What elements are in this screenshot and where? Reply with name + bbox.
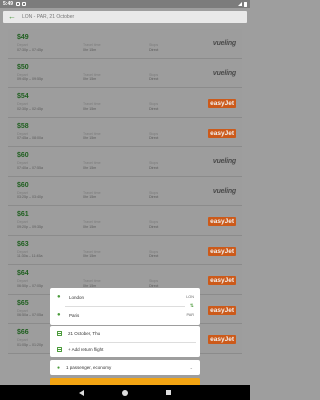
arrow-left-icon[interactable]: ←	[8, 13, 16, 21]
flight-result-card[interactable]: $49 Depart 07:30p – 07:45p Travel time 0hr 1…	[8, 29, 242, 59]
depart-date: 21 October, Thu	[68, 331, 101, 337]
flight-meta: Depart 03:25p – 03:40p Travel time 0hr 15m S…	[17, 191, 236, 200]
flight-result-card[interactable]: $54 Depart 02:30p – 02:45p Travel time 0hr 1…	[8, 88, 242, 118]
location-pin-icon: ●	[57, 294, 61, 300]
chevron-down-icon: ⌄	[189, 365, 193, 370]
travel-time: 0hr 15m	[83, 165, 97, 170]
airline-logo: easyJet	[208, 305, 236, 315]
airline-logo: easyJet	[208, 217, 236, 226]
depart-time: 07:45a – 08:00a	[17, 136, 43, 140]
flight-meta: Depart 06:50p – 07:05p Travel time 0hr 15m S…	[17, 279, 236, 288]
location-pin-icon: ●	[57, 312, 61, 318]
stops-value: Direct	[149, 195, 159, 199]
person-icon: ●	[57, 364, 61, 371]
flight-price: $64	[17, 270, 29, 277]
locations-box: ● London LON ⇅ ● Paris PAR	[50, 288, 200, 325]
depart-time: 09:40p – 09:55p	[17, 77, 43, 81]
calendar-icon	[57, 347, 62, 353]
airline-logo: easyJet	[208, 335, 236, 344]
airline-logo: easyJet	[208, 246, 236, 256]
status-icons	[238, 1, 247, 7]
flight-result-card[interactable]: $60 Depart 07:40a – 07:55a Travel time 0hr 1…	[8, 147, 242, 177]
stops-value: Direct	[149, 106, 159, 111]
depart-time: 07:40a – 07:55a	[17, 165, 43, 170]
passengers-label: 1 passenger, economy	[66, 365, 112, 370]
flight-meta: Depart 07:40a – 07:55a Travel time 0hr 15m S…	[17, 161, 236, 170]
depart-date-field[interactable]: 21 October, Thu	[50, 326, 200, 342]
travel-time: 0hr 15m	[83, 47, 97, 52]
travel-time: 0hr 15m	[83, 224, 97, 229]
origin-code: LON	[186, 295, 194, 299]
search-summary-title: LON - PAR, 21 October	[22, 14, 75, 20]
nav-home-icon[interactable]	[122, 389, 128, 396]
airline-logo: vueling	[212, 69, 236, 77]
notification-icon	[16, 2, 21, 6]
nav-recents-icon[interactable]	[166, 390, 171, 395]
notification-icon	[22, 2, 27, 6]
travel-time: 0hr 15m	[83, 254, 97, 258]
flight-meta: Depart 02:30p – 02:45p Travel time 0hr 15m S…	[17, 102, 236, 111]
destination-field[interactable]: ● Paris PAR	[50, 306, 200, 324]
flight-price: $54	[17, 93, 29, 100]
travel-time: 0hr 15m	[83, 106, 97, 111]
airline-logo: vueling	[212, 158, 236, 165]
signal-icon	[238, 2, 242, 6]
depart-time: 07:30p – 07:45p	[17, 47, 43, 52]
travel-time: 0hr 15m	[83, 136, 97, 140]
flight-meta: Depart 09:20p – 09:35p Travel time 0hr 15m S…	[17, 220, 236, 229]
flight-meta: Depart 09:40p – 09:55p Travel time 0hr 15m S…	[17, 73, 236, 82]
add-return-flight[interactable]: + Add return flight	[50, 342, 200, 358]
flight-result-card[interactable]: $60 Depart 03:25p – 03:40p Travel time 0hr 1…	[8, 176, 242, 206]
status-time: 5:49	[3, 1, 14, 7]
stops-value: Direct	[149, 165, 159, 170]
origin-city: London	[69, 294, 85, 300]
depart-time: 02:30p – 02:45p	[17, 106, 43, 111]
flight-result-card[interactable]: $61 Depart 09:20p – 09:35p Travel time 0hr 1…	[8, 206, 242, 236]
flight-result-card[interactable]: $63 Depart 11:30a – 11:45a Travel time 0hr 1…	[8, 235, 242, 265]
flight-result-card[interactable]: $50 Depart 09:40p – 09:55p Travel time 0hr 1…	[8, 58, 242, 88]
origin-field[interactable]: ● London LON	[50, 288, 200, 306]
depart-time: 03:25p – 03:40p	[17, 195, 43, 199]
search-sheet: ● London LON ⇅ ● Paris PAR 21 October, T…	[50, 288, 200, 397]
flight-meta: Depart 07:45a – 08:00a Travel time 0hr 15m S…	[17, 132, 236, 141]
stops-value: Direct	[149, 224, 159, 229]
airline-logo: vueling	[212, 187, 236, 195]
search-summary-bar[interactable]: ← LON - PAR, 21 October	[3, 11, 247, 23]
flight-result-card[interactable]: $58 Depart 07:45a – 08:00a Travel time 0hr 1…	[8, 117, 242, 147]
flight-meta: Depart 11:30a – 11:45a Travel time 0hr 15m S…	[17, 250, 236, 259]
passengers-field[interactable]: ● 1 passenger, economy ⌄	[50, 360, 200, 375]
flight-price: $58	[17, 122, 29, 130]
stops-value: Direct	[149, 47, 159, 52]
airline-logo: easyJet	[208, 276, 236, 285]
flight-price: $50	[17, 63, 29, 71]
system-nav-bar	[0, 385, 250, 400]
nav-back-icon[interactable]	[79, 389, 84, 396]
calendar-icon	[57, 331, 62, 337]
flight-meta: Depart 07:30p – 07:45p Travel time 0hr 15m S…	[17, 43, 236, 52]
flight-price: $49	[17, 34, 29, 41]
destination-code: PAR	[186, 313, 194, 317]
airline-logo: easyJet	[208, 99, 236, 108]
flight-price: $60	[17, 152, 29, 159]
stops-value: Direct	[149, 77, 159, 81]
travel-time: 0hr 15m	[83, 77, 97, 81]
destination-city: Paris	[69, 312, 80, 318]
flight-price: $60	[17, 181, 29, 189]
status-bar: 5:49	[0, 0, 250, 8]
depart-time: 11:30a – 11:45a	[17, 254, 43, 258]
stops-value: Direct	[149, 254, 159, 258]
flight-price: $61	[17, 211, 29, 218]
travel-time: 0hr 15m	[83, 195, 97, 199]
airline-logo: easyJet	[208, 128, 236, 138]
add-return-label: + Add return flight	[68, 347, 104, 353]
flight-price: $63	[17, 240, 29, 248]
depart-time: 09:20p – 09:35p	[17, 224, 43, 229]
dates-box: 21 October, Thu + Add return flight	[50, 326, 200, 357]
airline-logo: vueling	[212, 40, 236, 47]
battery-icon	[244, 1, 247, 7]
stops-value: Direct	[149, 136, 159, 140]
